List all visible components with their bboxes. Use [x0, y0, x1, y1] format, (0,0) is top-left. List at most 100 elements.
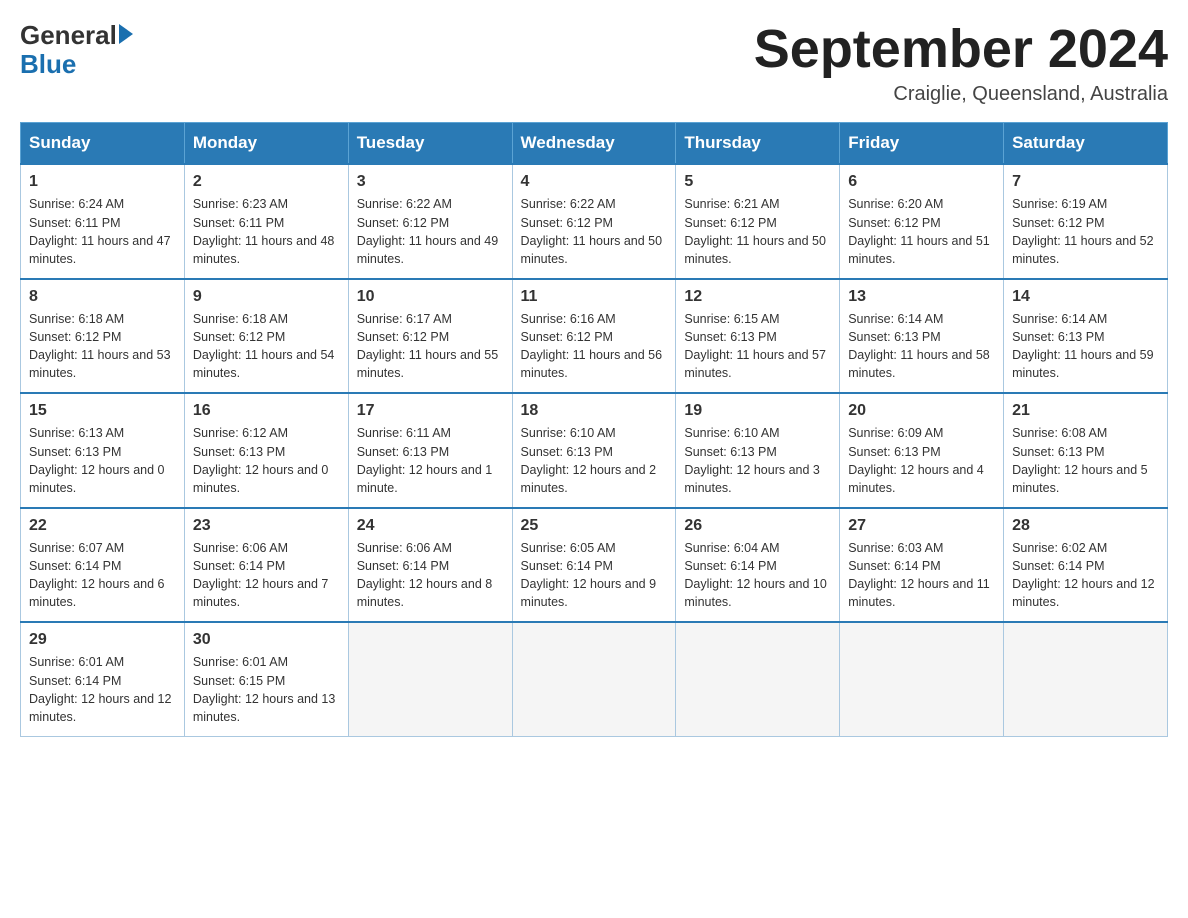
day-info: Sunrise: 6:06 AMSunset: 6:14 PMDaylight:… — [193, 539, 340, 612]
calendar-cell: 14 Sunrise: 6:14 AMSunset: 6:13 PMDaylig… — [1004, 279, 1168, 394]
day-info: Sunrise: 6:01 AMSunset: 6:15 PMDaylight:… — [193, 653, 340, 726]
day-info: Sunrise: 6:13 AMSunset: 6:13 PMDaylight:… — [29, 424, 176, 497]
calendar-cell: 12 Sunrise: 6:15 AMSunset: 6:13 PMDaylig… — [676, 279, 840, 394]
day-number: 23 — [193, 517, 340, 535]
calendar-cell: 21 Sunrise: 6:08 AMSunset: 6:13 PMDaylig… — [1004, 393, 1168, 508]
calendar-subtitle: Craiglie, Queensland, Australia — [754, 83, 1168, 106]
logo-general: General — [20, 20, 117, 51]
calendar-cell: 2 Sunrise: 6:23 AMSunset: 6:11 PMDayligh… — [184, 164, 348, 279]
logo: General Blue — [20, 20, 133, 80]
header-tuesday: Tuesday — [348, 123, 512, 165]
calendar-cell: 22 Sunrise: 6:07 AMSunset: 6:14 PMDaylig… — [21, 508, 185, 623]
week-row-4: 22 Sunrise: 6:07 AMSunset: 6:14 PMDaylig… — [21, 508, 1168, 623]
week-row-1: 1 Sunrise: 6:24 AMSunset: 6:11 PMDayligh… — [21, 164, 1168, 279]
calendar-cell — [348, 622, 512, 736]
calendar-cell: 24 Sunrise: 6:06 AMSunset: 6:14 PMDaylig… — [348, 508, 512, 623]
day-number: 4 — [521, 173, 668, 191]
day-info: Sunrise: 6:10 AMSunset: 6:13 PMDaylight:… — [521, 424, 668, 497]
day-info: Sunrise: 6:17 AMSunset: 6:12 PMDaylight:… — [357, 310, 504, 383]
day-number: 2 — [193, 173, 340, 191]
day-number: 3 — [357, 173, 504, 191]
calendar-cell — [512, 622, 676, 736]
day-info: Sunrise: 6:07 AMSunset: 6:14 PMDaylight:… — [29, 539, 176, 612]
calendar-cell: 5 Sunrise: 6:21 AMSunset: 6:12 PMDayligh… — [676, 164, 840, 279]
calendar-cell: 13 Sunrise: 6:14 AMSunset: 6:13 PMDaylig… — [840, 279, 1004, 394]
day-info: Sunrise: 6:09 AMSunset: 6:13 PMDaylight:… — [848, 424, 995, 497]
day-info: Sunrise: 6:23 AMSunset: 6:11 PMDaylight:… — [193, 195, 340, 268]
day-info: Sunrise: 6:04 AMSunset: 6:14 PMDaylight:… — [684, 539, 831, 612]
day-number: 21 — [1012, 402, 1159, 420]
calendar-cell: 20 Sunrise: 6:09 AMSunset: 6:13 PMDaylig… — [840, 393, 1004, 508]
logo-arrow-icon — [119, 24, 133, 44]
calendar-cell: 10 Sunrise: 6:17 AMSunset: 6:12 PMDaylig… — [348, 279, 512, 394]
day-info: Sunrise: 6:05 AMSunset: 6:14 PMDaylight:… — [521, 539, 668, 612]
day-info: Sunrise: 6:01 AMSunset: 6:14 PMDaylight:… — [29, 653, 176, 726]
day-number: 27 — [848, 517, 995, 535]
page-header: General Blue September 2024 Craiglie, Qu… — [20, 20, 1168, 106]
calendar-cell: 8 Sunrise: 6:18 AMSunset: 6:12 PMDayligh… — [21, 279, 185, 394]
day-number: 6 — [848, 173, 995, 191]
day-number: 12 — [684, 288, 831, 306]
calendar-cell: 27 Sunrise: 6:03 AMSunset: 6:14 PMDaylig… — [840, 508, 1004, 623]
header-saturday: Saturday — [1004, 123, 1168, 165]
calendar-cell: 15 Sunrise: 6:13 AMSunset: 6:13 PMDaylig… — [21, 393, 185, 508]
day-number: 28 — [1012, 517, 1159, 535]
calendar-cell: 29 Sunrise: 6:01 AMSunset: 6:14 PMDaylig… — [21, 622, 185, 736]
day-number: 30 — [193, 631, 340, 649]
day-number: 11 — [521, 288, 668, 306]
day-info: Sunrise: 6:22 AMSunset: 6:12 PMDaylight:… — [521, 195, 668, 268]
calendar-cell: 16 Sunrise: 6:12 AMSunset: 6:13 PMDaylig… — [184, 393, 348, 508]
day-info: Sunrise: 6:24 AMSunset: 6:11 PMDaylight:… — [29, 195, 176, 268]
day-number: 8 — [29, 288, 176, 306]
calendar-cell: 11 Sunrise: 6:16 AMSunset: 6:12 PMDaylig… — [512, 279, 676, 394]
header-monday: Monday — [184, 123, 348, 165]
day-number: 7 — [1012, 173, 1159, 191]
day-info: Sunrise: 6:10 AMSunset: 6:13 PMDaylight:… — [684, 424, 831, 497]
day-number: 20 — [848, 402, 995, 420]
day-number: 16 — [193, 402, 340, 420]
calendar-cell — [840, 622, 1004, 736]
week-row-2: 8 Sunrise: 6:18 AMSunset: 6:12 PMDayligh… — [21, 279, 1168, 394]
week-row-3: 15 Sunrise: 6:13 AMSunset: 6:13 PMDaylig… — [21, 393, 1168, 508]
day-number: 17 — [357, 402, 504, 420]
day-info: Sunrise: 6:22 AMSunset: 6:12 PMDaylight:… — [357, 195, 504, 268]
day-number: 26 — [684, 517, 831, 535]
day-info: Sunrise: 6:18 AMSunset: 6:12 PMDaylight:… — [29, 310, 176, 383]
calendar-cell: 3 Sunrise: 6:22 AMSunset: 6:12 PMDayligh… — [348, 164, 512, 279]
calendar-cell: 30 Sunrise: 6:01 AMSunset: 6:15 PMDaylig… — [184, 622, 348, 736]
day-info: Sunrise: 6:02 AMSunset: 6:14 PMDaylight:… — [1012, 539, 1159, 612]
calendar-cell: 4 Sunrise: 6:22 AMSunset: 6:12 PMDayligh… — [512, 164, 676, 279]
day-number: 13 — [848, 288, 995, 306]
day-number: 25 — [521, 517, 668, 535]
day-info: Sunrise: 6:14 AMSunset: 6:13 PMDaylight:… — [848, 310, 995, 383]
day-number: 5 — [684, 173, 831, 191]
day-number: 1 — [29, 173, 176, 191]
day-header-row: Sunday Monday Tuesday Wednesday Thursday… — [21, 123, 1168, 165]
day-number: 19 — [684, 402, 831, 420]
day-info: Sunrise: 6:06 AMSunset: 6:14 PMDaylight:… — [357, 539, 504, 612]
calendar-cell — [1004, 622, 1168, 736]
header-wednesday: Wednesday — [512, 123, 676, 165]
day-info: Sunrise: 6:21 AMSunset: 6:12 PMDaylight:… — [684, 195, 831, 268]
week-row-5: 29 Sunrise: 6:01 AMSunset: 6:14 PMDaylig… — [21, 622, 1168, 736]
header-friday: Friday — [840, 123, 1004, 165]
header-sunday: Sunday — [21, 123, 185, 165]
day-number: 24 — [357, 517, 504, 535]
day-number: 14 — [1012, 288, 1159, 306]
calendar-cell: 25 Sunrise: 6:05 AMSunset: 6:14 PMDaylig… — [512, 508, 676, 623]
day-info: Sunrise: 6:03 AMSunset: 6:14 PMDaylight:… — [848, 539, 995, 612]
calendar-cell: 17 Sunrise: 6:11 AMSunset: 6:13 PMDaylig… — [348, 393, 512, 508]
day-number: 15 — [29, 402, 176, 420]
header-thursday: Thursday — [676, 123, 840, 165]
day-info: Sunrise: 6:20 AMSunset: 6:12 PMDaylight:… — [848, 195, 995, 268]
calendar-cell: 7 Sunrise: 6:19 AMSunset: 6:12 PMDayligh… — [1004, 164, 1168, 279]
day-info: Sunrise: 6:12 AMSunset: 6:13 PMDaylight:… — [193, 424, 340, 497]
day-info: Sunrise: 6:15 AMSunset: 6:13 PMDaylight:… — [684, 310, 831, 383]
day-number: 29 — [29, 631, 176, 649]
day-info: Sunrise: 6:19 AMSunset: 6:12 PMDaylight:… — [1012, 195, 1159, 268]
calendar-cell: 9 Sunrise: 6:18 AMSunset: 6:12 PMDayligh… — [184, 279, 348, 394]
day-info: Sunrise: 6:16 AMSunset: 6:12 PMDaylight:… — [521, 310, 668, 383]
day-number: 22 — [29, 517, 176, 535]
calendar-cell: 23 Sunrise: 6:06 AMSunset: 6:14 PMDaylig… — [184, 508, 348, 623]
calendar-cell: 28 Sunrise: 6:02 AMSunset: 6:14 PMDaylig… — [1004, 508, 1168, 623]
